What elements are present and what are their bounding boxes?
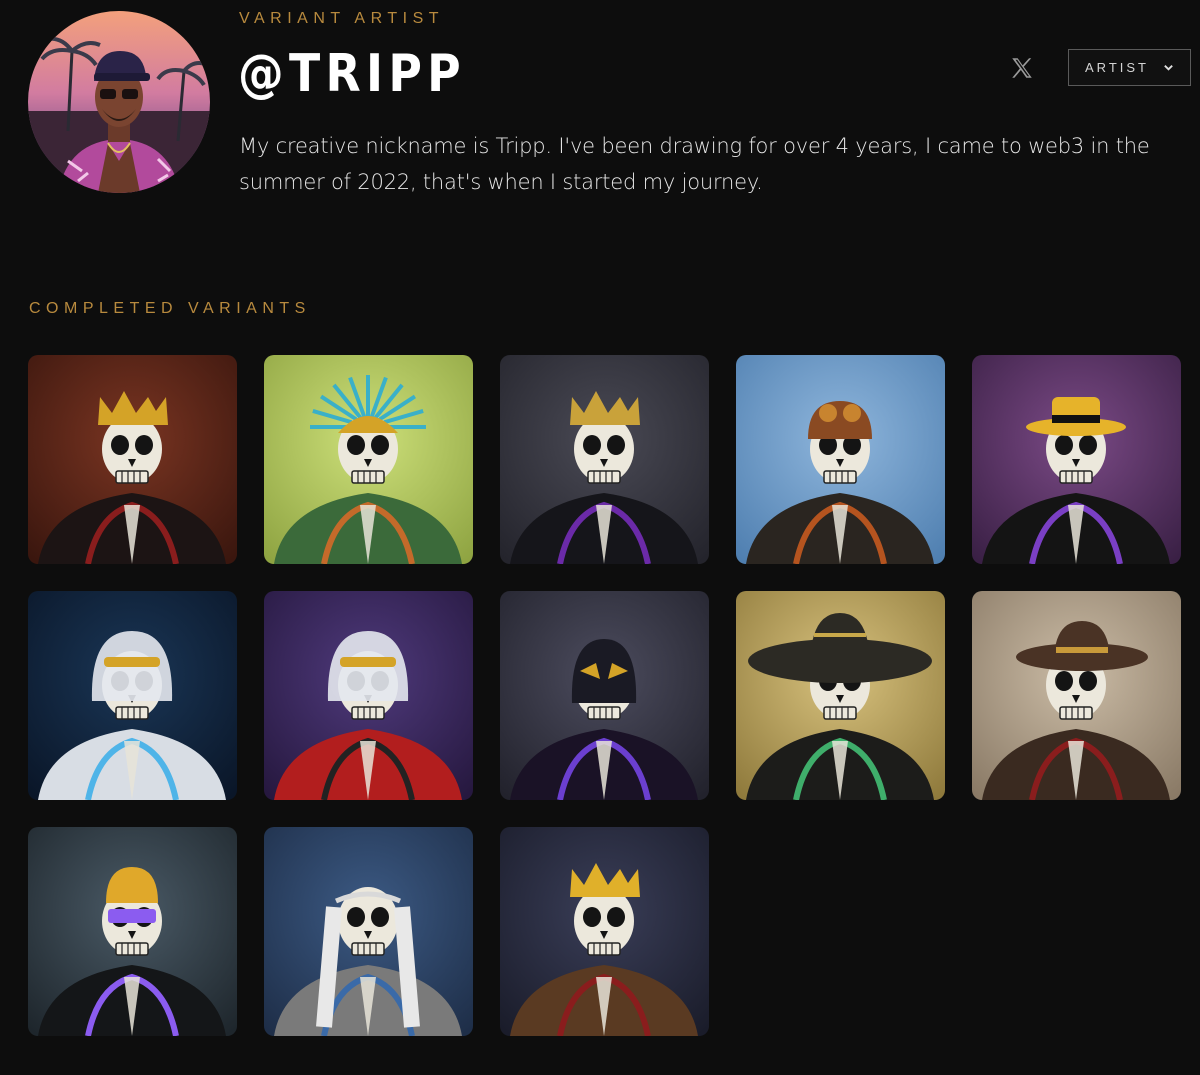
variant-tile-sombrero-skeleton[interactable] [736, 591, 945, 800]
variant-tile-elven-skeleton[interactable] [264, 827, 473, 1036]
artist-handle: @TRIPP [238, 44, 467, 104]
variant-tile-space-helmet-skeleton[interactable] [28, 591, 237, 800]
variant-tile-luchador-skeleton[interactable] [500, 591, 709, 800]
chevron-down-icon [1164, 65, 1173, 71]
variant-artwork [500, 591, 709, 800]
variant-artwork [264, 355, 473, 564]
variant-artwork [264, 591, 473, 800]
variant-artwork [28, 355, 237, 564]
variants-grid [28, 355, 1181, 1036]
artist-bio: My creative nickname is Tripp. I've been… [239, 134, 1150, 194]
avatar-portrait [28, 36, 210, 193]
variant-artwork [972, 355, 1181, 564]
variant-tile-hoodie-hodl-skeleton[interactable] [28, 827, 237, 1036]
variant-tile-racing-mech-skeleton[interactable] [264, 591, 473, 800]
variant-tile-cowboy-skeleton[interactable] [972, 591, 1181, 800]
variant-artwork [736, 355, 945, 564]
variant-artwork [28, 591, 237, 800]
variant-artwork [500, 827, 709, 1036]
variant-artwork [972, 591, 1181, 800]
role-select-button[interactable]: ARTIST [1068, 49, 1191, 86]
variant-artwork [500, 355, 709, 564]
variant-artwork [28, 827, 237, 1036]
variant-tile-red-hooded-king-skeleton[interactable] [28, 355, 237, 564]
variant-tile-aztec-feather-skeleton[interactable] [264, 355, 473, 564]
artist-avatar [28, 11, 210, 193]
completed-variants-title: COMPLETED VARIANTS [29, 300, 311, 317]
variant-tile-crowned-sword-king-skeleton[interactable] [500, 827, 709, 1036]
variant-artist-eyebrow: VARIANT ARTIST [239, 10, 445, 27]
variant-tile-aviator-snake-skeleton[interactable] [736, 355, 945, 564]
variant-artwork [264, 827, 473, 1036]
variant-artwork [736, 591, 945, 800]
role-select-label: ARTIST [1085, 60, 1149, 75]
variant-tile-fedora-tuxedo-skeleton[interactable] [972, 355, 1181, 564]
variant-tile-dark-knight-skeleton[interactable] [500, 355, 709, 564]
x-logo-icon[interactable] [1009, 55, 1035, 81]
